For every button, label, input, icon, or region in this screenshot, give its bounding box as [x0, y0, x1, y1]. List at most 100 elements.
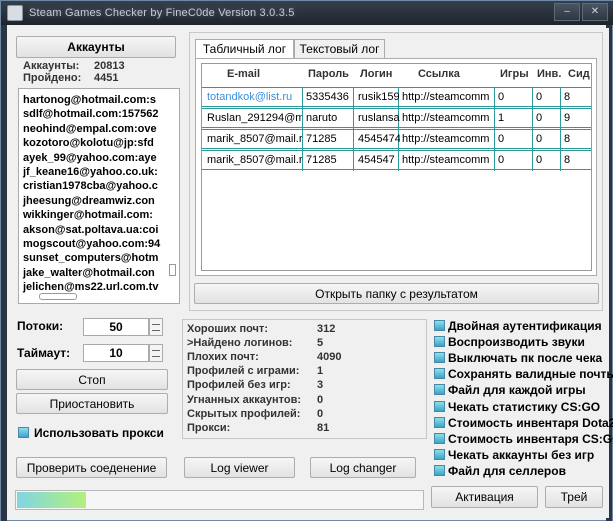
- option-checkbox[interactable]: [434, 464, 445, 476]
- table-cell-divider: [302, 88, 303, 108]
- table-cell: 0: [498, 133, 505, 145]
- tab-table-log[interactable]: Табличный лог: [195, 39, 294, 59]
- option-checkbox[interactable]: [434, 416, 445, 428]
- option-checkbox[interactable]: [434, 368, 445, 380]
- option-label: Стоимость инвентаря Dota2: [448, 415, 613, 430]
- account-list-item[interactable]: jheesung@dreamwiz.con: [23, 195, 155, 207]
- table-cell: 4545474: [358, 133, 400, 145]
- option-checkbox[interactable]: [434, 352, 445, 364]
- accounts-total-label: Аккаунты:: [23, 60, 80, 72]
- timeout-input[interactable]: 10: [83, 344, 149, 362]
- window-controls: – ✕: [554, 3, 608, 21]
- table-column-header[interactable]: Пароль: [308, 68, 349, 80]
- option-label: Двойная аутентификация: [448, 319, 602, 333]
- table-cell: 0: [536, 112, 543, 124]
- table-cell-divider: [560, 130, 561, 150]
- account-list-item[interactable]: sunset_computers@hotm: [23, 252, 158, 264]
- table-cell: http://steamcomm: [402, 91, 490, 103]
- stat-value: 1: [317, 365, 324, 378]
- option-checkbox[interactable]: [434, 432, 445, 444]
- threads-stepper[interactable]: [149, 318, 163, 336]
- trial-button[interactable]: Трей: [545, 486, 603, 508]
- option-label: Файл для селлеров: [448, 463, 566, 478]
- table-row[interactable]: Ruslan_291294@m naruto ruslansa http://stea…: [202, 108, 591, 129]
- table-cell: 71285: [306, 154, 337, 166]
- table-row[interactable]: marik_8507@mail.r 71285 454547 http://steam…: [202, 150, 591, 171]
- option-label: Стоимость инвентаря CS:GO: [448, 431, 613, 446]
- option-label: Чекать статистику CS:GO: [448, 399, 601, 414]
- table-cell: rusik159: [358, 91, 400, 103]
- use-proxy-checkbox[interactable]: [18, 427, 29, 438]
- results-table[interactable]: E-mail Пароль Логин Ссылка Игры Инв. Сид totan…: [201, 63, 592, 271]
- table-cell: marik_8507@mail.r: [207, 154, 302, 166]
- table-column-header[interactable]: Инв.: [537, 68, 561, 80]
- account-list-item[interactable]: akson@sat.poltava.ua:coi: [23, 224, 158, 236]
- log-changer-button[interactable]: Log changer: [310, 457, 416, 478]
- table-cell: 0: [536, 91, 543, 103]
- main-window: Steam Games Checker by FineC0de Version …: [0, 0, 613, 521]
- account-list-item[interactable]: ayek_99@yahoo.com:aye: [23, 152, 157, 164]
- use-proxy-label: Использовать прокси: [34, 426, 164, 440]
- open-results-folder-button[interactable]: Открыть папку с результатом: [194, 283, 599, 304]
- table-cell-divider: [560, 109, 561, 129]
- account-list-item[interactable]: jelichen@ms22.url.com.tv: [23, 281, 158, 293]
- table-cell-divider: [532, 151, 533, 171]
- timeout-stepper[interactable]: [149, 344, 163, 362]
- table-cell: 9: [564, 112, 571, 124]
- stat-value: 0: [317, 393, 324, 406]
- table-column-header[interactable]: Игры: [500, 68, 529, 80]
- account-list-item[interactable]: cristian1978cba@yahoo.c: [23, 180, 158, 192]
- account-list-item[interactable]: wikkinger@hotmail.com:: [23, 209, 153, 221]
- table-column-header[interactable]: Ссылка: [418, 68, 460, 80]
- account-list-item[interactable]: hartonog@hotmail.com:s: [23, 94, 156, 106]
- table-cell: ruslansa: [358, 112, 400, 124]
- option-label: Файл для каждой игры: [448, 383, 586, 398]
- account-list-item[interactable]: mogscout@yahoo.com:94: [23, 238, 160, 250]
- close-icon[interactable]: ✕: [582, 3, 608, 21]
- stat-value: 3: [317, 379, 324, 392]
- log-viewer-button[interactable]: Log viewer: [184, 457, 295, 478]
- pause-button[interactable]: Приостановить: [16, 393, 168, 414]
- table-cell-divider: [494, 109, 495, 129]
- progress-bar: [15, 490, 424, 510]
- threads-input[interactable]: 50: [83, 318, 149, 336]
- stop-button[interactable]: Стоп: [16, 369, 168, 390]
- table-cell: marik_8507@mail.r: [207, 133, 302, 145]
- window-title: Steam Games Checker by FineC0de Version …: [29, 7, 295, 19]
- stat-label: Угнанных аккаунтов:: [187, 393, 302, 406]
- option-checkbox[interactable]: [434, 400, 445, 412]
- check-connection-button[interactable]: Проверить соеденение: [16, 457, 167, 478]
- title-bar[interactable]: Steam Games Checker by FineC0de Version …: [1, 1, 613, 25]
- account-list-item[interactable]: jake_walter@hotmail.con: [23, 267, 155, 279]
- accounts-button[interactable]: Аккаунты: [16, 36, 176, 58]
- table-cell: 1: [498, 112, 505, 124]
- option-checkbox[interactable]: [434, 448, 445, 460]
- accounts-passed-label: Пройдено:: [23, 72, 82, 84]
- table-column-header[interactable]: E-mail: [227, 68, 260, 80]
- table-column-header[interactable]: Логин: [360, 68, 392, 80]
- activation-button[interactable]: Активация: [431, 486, 538, 508]
- table-column-header[interactable]: Сид: [568, 68, 590, 80]
- option-checkbox[interactable]: [434, 384, 445, 396]
- account-list-item[interactable]: kozotoro@kolotu@jp:sfd: [23, 137, 154, 149]
- table-cell-divider: [494, 151, 495, 171]
- table-row[interactable]: marik_8507@mail.r 71285 4545474 http://stea…: [202, 129, 591, 150]
- option-checkbox[interactable]: [434, 336, 445, 348]
- accounts-list[interactable]: hartonog@hotmail.com:s sdlf@hotmail.com:1…: [18, 88, 180, 304]
- option-label: Выключать пк после чека: [448, 351, 603, 366]
- account-list-item[interactable]: jf_keane16@yahoo.co.uk:: [23, 166, 158, 178]
- account-list-item[interactable]: neohind@empal.com:ove: [23, 123, 157, 135]
- table-cell-divider: [560, 151, 561, 171]
- table-row[interactable]: totandkok@list.ru 5335436 rusik159 http://s…: [202, 87, 591, 108]
- accounts-list-hscroll[interactable]: [39, 293, 77, 300]
- option-checkbox[interactable]: [434, 320, 445, 331]
- tab-text-log[interactable]: Текстовый лог: [294, 39, 385, 59]
- table-cell-divider: [302, 151, 303, 171]
- threads-label: Потоки:: [17, 319, 64, 333]
- stat-label: Скрытых профилей:: [187, 407, 301, 420]
- table-cell: Ruslan_291294@m: [207, 112, 302, 124]
- minimize-icon[interactable]: –: [554, 3, 580, 21]
- table-cell-divider: [532, 109, 533, 129]
- accounts-list-vscroll[interactable]: [169, 264, 176, 276]
- account-list-item[interactable]: sdlf@hotmail.com:157562: [23, 108, 158, 120]
